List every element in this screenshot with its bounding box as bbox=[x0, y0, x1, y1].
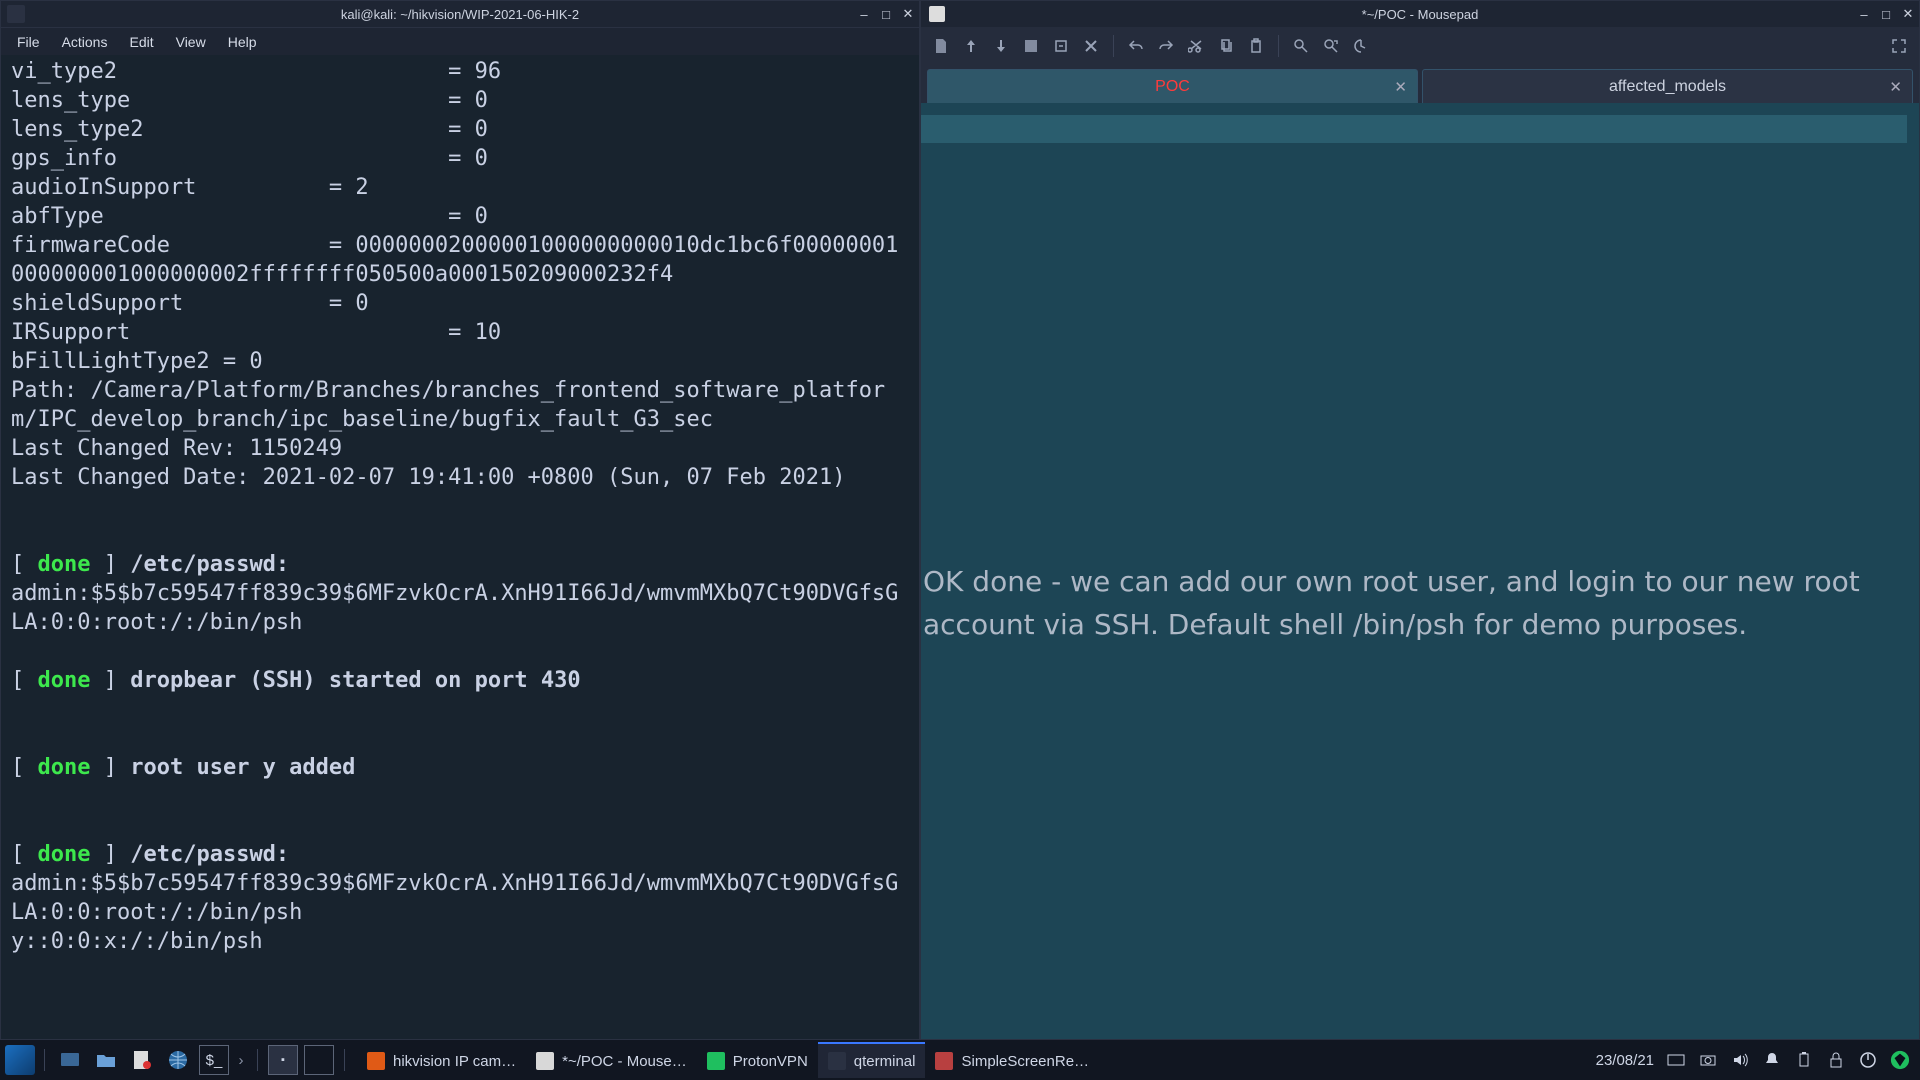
new-file-icon[interactable] bbox=[929, 34, 953, 58]
search-icon[interactable] bbox=[1289, 34, 1313, 58]
taskbar-app[interactable]: *~/POC - Mouse… bbox=[526, 1042, 697, 1078]
tab-affected_models[interactable]: affected_models✕ bbox=[1422, 69, 1913, 103]
tab-close-icon[interactable]: ✕ bbox=[1394, 78, 1407, 96]
toolbar-separator bbox=[1278, 35, 1279, 57]
search-replace-icon[interactable] bbox=[1319, 34, 1343, 58]
close-button[interactable]: ✕ bbox=[897, 2, 919, 26]
minimize-button[interactable]: – bbox=[1853, 2, 1875, 26]
mousepad-tabs: POC✕affected_models✕ bbox=[921, 65, 1919, 103]
mousepad-title: *~/POC - Mousepad bbox=[921, 7, 1919, 22]
taskbar-app[interactable]: ProtonVPN bbox=[697, 1042, 818, 1078]
terminal-launcher-icon[interactable]: $_ bbox=[197, 1043, 231, 1077]
volume-icon[interactable] bbox=[1730, 1050, 1750, 1070]
taskbar-date[interactable]: 23/08/21 bbox=[1596, 1052, 1654, 1069]
more-launchers-icon[interactable]: › bbox=[233, 1043, 249, 1077]
notifications-icon[interactable] bbox=[1762, 1050, 1782, 1070]
battery-icon[interactable] bbox=[1794, 1050, 1814, 1070]
taskbar-separator bbox=[44, 1049, 45, 1071]
undo-icon[interactable] bbox=[1124, 34, 1148, 58]
taskbar-apps: hikvision IP cam…*~/POC - Mouse…ProtonVP… bbox=[357, 1040, 1586, 1080]
taskbar-app[interactable]: SimpleScreenRe… bbox=[925, 1042, 1099, 1078]
terminal-titlebar[interactable]: kali@kali: ~/hikvision/WIP-2021-06-HIK-2… bbox=[1, 1, 919, 27]
workspace-1[interactable]: ▪ bbox=[266, 1043, 300, 1077]
browser-icon[interactable] bbox=[161, 1043, 195, 1077]
menu-edit[interactable]: Edit bbox=[119, 31, 163, 53]
terminal-output[interactable]: vi_type2 = 96 lens_type = 0 lens_type2 =… bbox=[1, 55, 919, 1039]
maximize-button[interactable]: □ bbox=[1875, 2, 1897, 26]
cut-icon[interactable] bbox=[1184, 34, 1208, 58]
mousepad-toolbar bbox=[921, 27, 1919, 65]
workspace-2[interactable] bbox=[302, 1043, 336, 1077]
taskbar: $_ › ▪ hikvision IP cam…*~/POC - Mouse…P… bbox=[0, 1040, 1920, 1080]
mousepad-editor[interactable]: OK done - we can add our own root user, … bbox=[921, 103, 1919, 1039]
kali-logo-icon bbox=[5, 1045, 35, 1075]
tab-poc[interactable]: POC✕ bbox=[927, 69, 1418, 103]
menu-view[interactable]: View bbox=[166, 31, 216, 53]
tab-close-icon[interactable]: ✕ bbox=[1889, 78, 1902, 96]
save-file-icon[interactable] bbox=[989, 34, 1013, 58]
start-menu-button[interactable] bbox=[2, 1042, 38, 1078]
menu-file[interactable]: File bbox=[7, 31, 50, 53]
taskbar-app[interactable]: qterminal bbox=[818, 1042, 926, 1078]
close-button[interactable]: ✕ bbox=[1897, 2, 1919, 26]
keyboard-icon[interactable] bbox=[1666, 1050, 1686, 1070]
show-desktop-icon[interactable] bbox=[53, 1043, 87, 1077]
save-as-icon[interactable] bbox=[1019, 34, 1043, 58]
terminal-menubar: FileActionsEditViewHelp bbox=[1, 27, 919, 55]
system-tray: 23/08/21 bbox=[1586, 1050, 1920, 1070]
toolbar-separator bbox=[1113, 35, 1114, 57]
paste-icon[interactable] bbox=[1244, 34, 1268, 58]
camera-icon[interactable] bbox=[1698, 1050, 1718, 1070]
editor-first-line-highlight bbox=[921, 115, 1907, 143]
mousepad-titlebar[interactable]: *~/POC - Mousepad – □ ✕ bbox=[921, 1, 1919, 27]
open-file-icon[interactable] bbox=[959, 34, 983, 58]
menu-help[interactable]: Help bbox=[218, 31, 267, 53]
menu-actions[interactable]: Actions bbox=[52, 31, 118, 53]
minimize-button[interactable]: – bbox=[853, 2, 875, 26]
redo-icon[interactable] bbox=[1154, 34, 1178, 58]
taskbar-separator bbox=[257, 1049, 258, 1071]
close-file-icon[interactable] bbox=[1079, 34, 1103, 58]
editor-content: OK done - we can add our own root user, … bbox=[921, 548, 1907, 646]
maximize-button[interactable]: □ bbox=[875, 2, 897, 26]
files-icon[interactable] bbox=[89, 1043, 123, 1077]
terminal-window: kali@kali: ~/hikvision/WIP-2021-06-HIK-2… bbox=[0, 0, 920, 1040]
terminal-title: kali@kali: ~/hikvision/WIP-2021-06-HIK-2 bbox=[1, 7, 919, 22]
copy-icon[interactable] bbox=[1214, 34, 1238, 58]
vpn-running-icon[interactable] bbox=[1890, 1050, 1910, 1070]
power-icon[interactable] bbox=[1858, 1050, 1878, 1070]
taskbar-separator bbox=[344, 1049, 345, 1071]
taskbar-app[interactable]: hikvision IP cam… bbox=[357, 1042, 526, 1078]
lock-icon[interactable] bbox=[1826, 1050, 1846, 1070]
text-editor-icon[interactable] bbox=[125, 1043, 159, 1077]
fullscreen-icon[interactable] bbox=[1887, 34, 1911, 58]
goto-icon[interactable] bbox=[1349, 34, 1373, 58]
mousepad-window: *~/POC - Mousepad – □ ✕ POC✕affected_mod… bbox=[920, 0, 1920, 1040]
reload-icon[interactable] bbox=[1049, 34, 1073, 58]
